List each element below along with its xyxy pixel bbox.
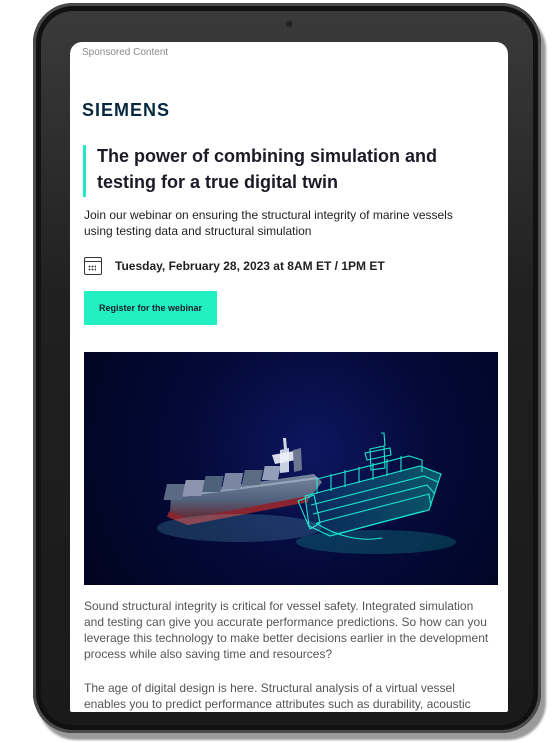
calendar-icon (84, 257, 102, 275)
body-paragraph-2: The age of digital design is here. Struc… (84, 681, 471, 711)
event-date: Tuesday, February 28, 2023 at 8AM ET / 1… (115, 259, 385, 273)
webinar-description: Join our webinar on ensuring the structu… (84, 208, 453, 238)
device-preview: Sponsored Content SIEMENS The power of c… (0, 0, 559, 743)
front-camera (286, 21, 292, 27)
body-paragraph-1: Sound structural integrity is critical f… (84, 599, 489, 661)
headline-accent-bar (83, 145, 86, 197)
register-button[interactable]: Register for the webinar (84, 291, 217, 325)
tablet-screen: Sponsored Content SIEMENS The power of c… (70, 42, 508, 712)
webinar-headline: The power of combining simulation and te… (97, 146, 438, 192)
sponsored-label: Sponsored Content (82, 47, 169, 58)
siemens-logo: SIEMENS (82, 100, 171, 120)
ship-digital-twin-image (84, 352, 498, 585)
